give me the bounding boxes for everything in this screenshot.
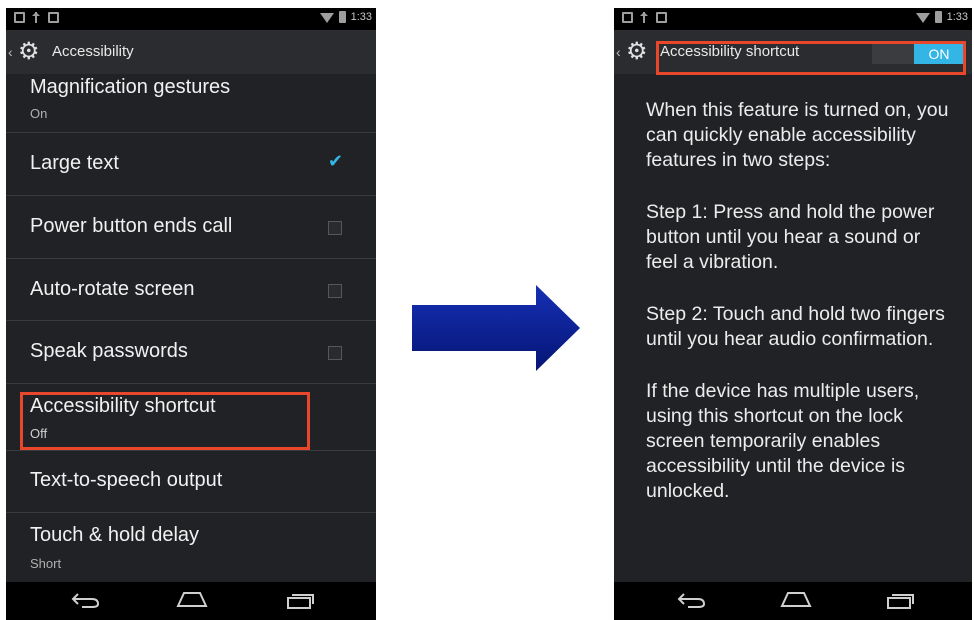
setting-summary: On — [30, 106, 48, 121]
accessibility-settings-screen: 1:33 ‹ ⚙ Accessibility Magnification ges… — [6, 8, 376, 620]
setting-title: Power button ends call — [30, 215, 233, 237]
notification-icon — [14, 12, 25, 23]
wifi-icon — [915, 13, 930, 23]
settings-gear-icon[interactable]: ⚙ — [626, 39, 648, 65]
setting-speak-passwords[interactable]: Speak passwords — [6, 320, 376, 384]
upload-icon — [639, 12, 650, 23]
recent-apps-icon[interactable] — [886, 591, 914, 609]
description-paragraph: If the device has multiple users, using … — [646, 380, 920, 502]
status-bar: 1:33 — [614, 8, 972, 30]
message-icon — [656, 12, 667, 23]
speak-passwords-checkbox[interactable] — [328, 346, 342, 360]
settings-gear-icon[interactable]: ⚙ — [18, 39, 40, 65]
checkmark-icon: ✔ — [328, 151, 344, 171]
setting-auto-rotate-screen[interactable]: Auto-rotate screen — [6, 258, 376, 321]
setting-summary: Short — [30, 556, 62, 571]
home-icon[interactable] — [780, 591, 812, 607]
status-time: 1:33 — [946, 11, 968, 23]
wifi-icon — [319, 13, 334, 23]
description-paragraph: When this feature is turned on, you can … — [646, 99, 949, 171]
transition-arrow-icon — [412, 285, 580, 371]
notification-icon — [622, 12, 633, 23]
back-icon[interactable] — [676, 591, 706, 609]
message-icon — [48, 12, 59, 23]
description-paragraph: Step 1: Press and hold the power button … — [646, 201, 935, 273]
back-icon[interactable] — [70, 591, 100, 609]
home-icon[interactable] — [176, 591, 208, 607]
setting-magnification-gestures[interactable]: Magnification gestures On — [6, 74, 376, 133]
page-title: Accessibility — [52, 43, 134, 60]
description-paragraph: Step 2: Touch and hold two fingers until… — [646, 303, 945, 350]
shortcut-description: When this feature is turned on, you can … — [646, 98, 952, 531]
accessibility-shortcut-screen: 1:33 ‹ ⚙ Accessibility shortcut ON When … — [614, 8, 972, 620]
setting-title: Magnification gestures — [30, 76, 231, 98]
setting-title: Speak passwords — [30, 340, 188, 362]
upload-icon — [31, 12, 42, 23]
large-text-checkbox[interactable]: ✔ — [328, 151, 343, 171]
setting-title: Large text — [30, 152, 119, 174]
recent-apps-icon[interactable] — [286, 591, 314, 609]
back-chevron-icon[interactable]: ‹ — [616, 44, 621, 60]
setting-touch-hold-delay[interactable]: Touch & hold delay Short — [6, 512, 376, 578]
setting-text-to-speech-output[interactable]: Text-to-speech output — [6, 450, 376, 513]
auto-rotate-checkbox[interactable] — [328, 284, 342, 298]
setting-power-button-ends-call[interactable]: Power button ends call — [6, 195, 376, 259]
action-bar: ‹ ⚙ Accessibility — [6, 30, 376, 74]
navigation-bar — [6, 582, 376, 620]
setting-title: Text-to-speech output — [30, 469, 223, 491]
highlight-box-accessibility-shortcut — [20, 392, 310, 450]
battery-icon — [338, 11, 346, 23]
status-bar: 1:33 — [6, 8, 376, 30]
status-time: 1:33 — [350, 11, 372, 23]
setting-title: Touch & hold delay — [30, 524, 200, 546]
setting-title: Auto-rotate screen — [30, 278, 195, 300]
power-button-checkbox[interactable] — [328, 221, 342, 235]
navigation-bar — [614, 582, 972, 620]
highlight-box-shortcut-header — [656, 41, 966, 75]
setting-large-text[interactable]: Large text ✔ — [6, 132, 376, 196]
back-chevron-icon[interactable]: ‹ — [8, 44, 13, 60]
battery-icon — [934, 11, 942, 23]
